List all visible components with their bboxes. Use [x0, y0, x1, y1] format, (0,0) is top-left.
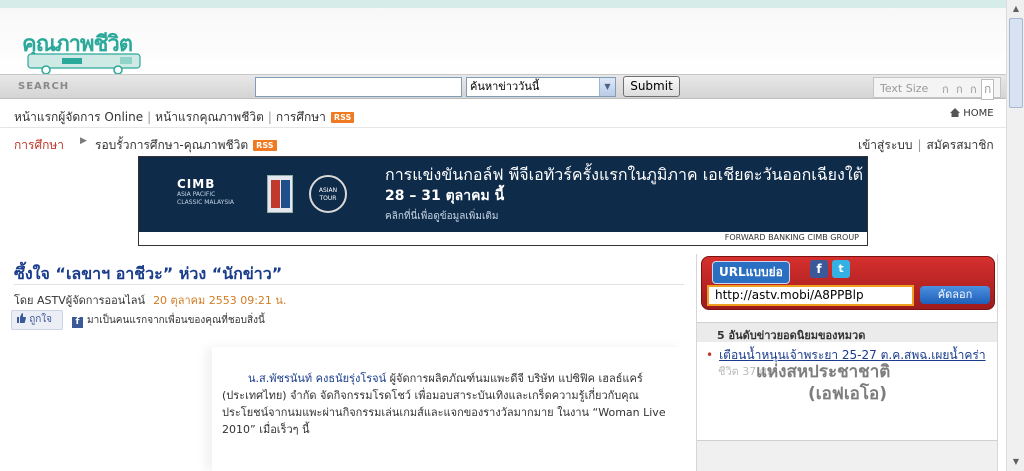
short-url-field[interactable]: http://astv.mobi/A8PPBlp: [707, 285, 914, 306]
text-size-option-2[interactable]: ก: [956, 80, 963, 98]
home-label: HOME: [963, 108, 994, 119]
account-links: เข้าสู่ระบบ | สมัครสมาชิก: [858, 136, 994, 155]
section-nav: การศึกษา ▶ รอบรั้วการศึกษา-คุณภาพชีวิต RS…: [0, 129, 1006, 155]
text-size-label: Text Size: [880, 82, 929, 95]
article-byline: โดย ASTVผู้จัดการออนไลน์ 20 ตุลาคม 2553 0…: [14, 291, 286, 309]
search-bar: SEARCH ค้นหาข่าววันนี้ ▼ Submit Text Siz…: [0, 74, 1006, 100]
right-column-next-section: [697, 440, 997, 471]
scroll-down-icon[interactable]: ▼: [1009, 455, 1023, 469]
account-separator: |: [917, 138, 922, 152]
scrollbar-thumb[interactable]: [1009, 18, 1023, 108]
submit-button[interactable]: Submit: [623, 76, 680, 97]
scroll-up-icon[interactable]: ▲: [1009, 2, 1023, 16]
site-header: คุณภาพชีวิต: [0, 0, 1006, 75]
text-size-control: Text Size ก ก ก ก: [873, 77, 1001, 100]
rss-badge[interactable]: RSS: [330, 112, 355, 123]
twitter-share-icon[interactable]: t: [832, 260, 850, 278]
overlay-text-2: (เอฟเอโอ): [808, 384, 887, 404]
text-size-option-3[interactable]: ก: [970, 80, 977, 98]
banner-footer: FORWARD BANKING CIMB GROUP: [139, 232, 867, 245]
short-url-badge: URLแบบย่อ: [712, 261, 790, 284]
facebook-like-button[interactable]: ถูกใจ: [11, 310, 63, 330]
top-nav-links: หน้าแรกผู้จัดการ Online | หน้าแรกคุณภาพชีว…: [14, 108, 355, 127]
popular-news-heading: 5 อันดับข่าวยอดนิยมของหมวด: [697, 322, 997, 342]
banner-cta[interactable]: คลิกที่นี่เพื่อดูข้อมูลเพิ่มเติม: [385, 209, 498, 224]
thumbs-up-icon: [17, 313, 26, 323]
search-input[interactable]: [255, 77, 462, 97]
short-url-widget: URLแบบย่อ f t http://astv.mobi/A8PPBlp ค…: [701, 256, 995, 310]
facebook-social-text: f มาเป็นคนแรกจากเพื่อนของคุณที่ชอบสิ่งนี้: [72, 313, 265, 328]
chevron-down-icon[interactable]: ▼: [599, 78, 615, 96]
login-link[interactable]: เข้าสู่ระบบ: [858, 138, 913, 152]
page: คุณภาพชีวิต SEARCH ค้นหาข่าววันนี้ ▼ Sub…: [0, 0, 1006, 471]
current-section[interactable]: การศึกษา: [14, 136, 64, 155]
article-lead: น.ส.พัชรนันท์ คงธนัยรุ่งโรจน์ ผู้จัดการผ…: [222, 370, 680, 438]
breadcrumb-arrow-icon: ▶: [80, 136, 87, 146]
lead-person-name: น.ส.พัชรนันท์ คงธนัยรุ่งโรจน์: [248, 372, 387, 385]
banner-dates: 28 – 31 ตุลาคม นี้: [385, 188, 505, 204]
top-nav: หน้าแรกผู้จัดการ Online | หน้าแรกคุณภาพชีว…: [0, 100, 1006, 128]
search-label: SEARCH: [18, 81, 70, 92]
pga-tour-logo-icon: [267, 175, 293, 213]
nav-link-education[interactable]: การศึกษา: [276, 110, 326, 124]
asian-tour-logo: ASIAN TOUR: [309, 175, 347, 213]
banner-footer-text: FORWARD BANKING CIMB GROUP: [724, 233, 859, 242]
facebook-icon: f: [72, 317, 83, 328]
byline-author: โดย ASTVผู้จัดการออนไลน์: [14, 294, 146, 307]
facebook-social-label: มาเป็นคนแรกจากเพื่อนของคุณที่ชอบสิ่งนี้: [87, 315, 265, 326]
site-logo[interactable]: คุณภาพชีวิต: [22, 26, 154, 78]
nav-link-quality-of-life[interactable]: หน้าแรกคุณภาพชีวิต: [155, 110, 264, 124]
text-size-option-1[interactable]: ก: [942, 80, 949, 98]
banner-brand-sub: ASIA PACIFIC CLASSIC MALAYSIA: [177, 191, 235, 206]
logo-emblem-icon: [27, 53, 141, 75]
copy-url-button[interactable]: คัดลอก: [920, 286, 990, 304]
search-scope-select[interactable]: ค้นหาข่าววันนี้ ▼: [466, 77, 616, 97]
rss-badge-section[interactable]: RSS: [253, 140, 277, 151]
article-date: 20 ตุลาคม 2553 09:21 น.: [153, 294, 287, 307]
nav-separator: |: [147, 110, 152, 124]
search-scope-value: ค้นหาข่าววันนี้: [470, 80, 540, 93]
home-link[interactable]: HOME: [950, 108, 994, 119]
like-label: ถูกใจ: [29, 314, 53, 325]
text-size-option-4[interactable]: ก: [981, 79, 995, 100]
nav-link-manager-online[interactable]: หน้าแรกผู้จัดการ Online: [14, 110, 143, 124]
banner-brand: CIMB: [177, 177, 216, 191]
breadcrumb: รอบรั้วการศึกษา-คุณภาพชีวิต RSS: [95, 136, 277, 155]
home-icon: [950, 108, 960, 117]
vertical-scrollbar[interactable]: ▲ ▼: [1006, 0, 1024, 471]
nav-separator: |: [267, 110, 272, 124]
cimb-ad-banner[interactable]: CIMB ASIA PACIFIC CLASSIC MALAYSIA ASIAN…: [138, 156, 868, 246]
breadcrumb-item[interactable]: รอบรั้วการศึกษา-คุณภาพชีวิต: [95, 138, 248, 152]
register-link[interactable]: สมัครสมาชิก: [927, 138, 994, 152]
facebook-share-icon[interactable]: f: [810, 260, 828, 278]
divider: [14, 284, 684, 285]
